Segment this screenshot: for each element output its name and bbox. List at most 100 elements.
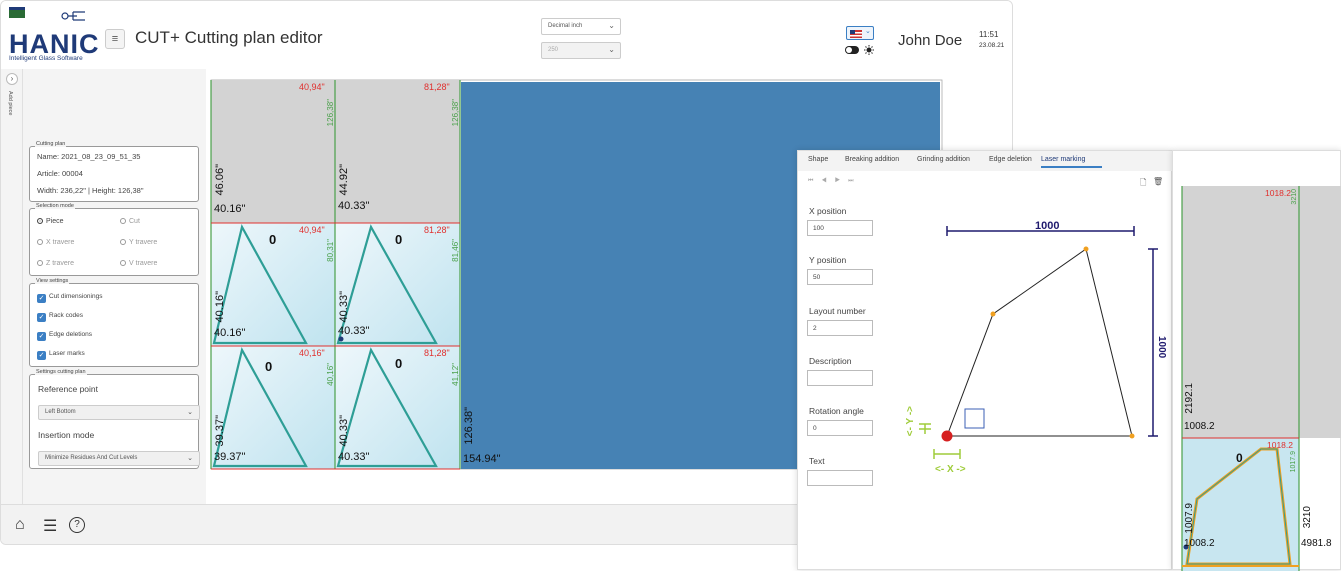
radio-x-travere[interactable]: X travere — [37, 239, 74, 246]
dim-p2-bottom: 40.33" — [338, 325, 370, 337]
tab-shape[interactable]: Shape — [808, 156, 828, 163]
chevron-down-icon: ⌄ — [865, 28, 871, 35]
plan-name: Name: 2021_08_23_09_51_35 — [37, 152, 141, 161]
tab-laser-marking[interactable]: Laser marking — [1041, 156, 1102, 168]
language-select[interactable]: ⌄ — [846, 26, 874, 40]
help-icon[interactable]: ? — [69, 517, 85, 533]
record-nav[interactable]: ⏮◀▶⏭ — [808, 178, 862, 185]
dim-total-width: 154.94" — [463, 453, 501, 465]
y-position-label: Y position — [809, 255, 847, 265]
dim-p4-bottom: 40.33" — [338, 451, 370, 463]
cutting-plan-group: Cutting plan Name: 2021_08_23_09_51_35 A… — [29, 141, 199, 202]
reference-point-label: Reference point — [38, 384, 99, 394]
theme-toggle[interactable] — [844, 44, 876, 56]
view-settings-group: View settings ✓ Cut dimensionings ✓ Rack c… — [29, 278, 199, 367]
x-position-input[interactable]: 100 — [807, 220, 873, 236]
checkbox-rack-codes[interactable]: ✓ Rack codes — [37, 312, 83, 322]
group-title: Settings cutting plan — [35, 369, 87, 375]
piece-top-left[interactable] — [211, 80, 335, 223]
dim-piece-green: 1017.9 — [1290, 451, 1297, 473]
new-document-icon[interactable]: 🗋 — [1140, 177, 1146, 191]
app-title: CUT+ Cutting plan editor — [135, 28, 323, 47]
checkbox-cut-dimensionings[interactable]: ✓ Cut dimensionings — [37, 293, 102, 303]
description-label: Description — [809, 356, 852, 366]
dim-top-mid-height: 126,38" — [451, 99, 460, 127]
unit-dropdown[interactable]: Decimal inch ⌄ — [541, 18, 621, 35]
checkbox-laser-marks[interactable]: ✓ Laser marks — [37, 350, 85, 360]
reference-point-select[interactable]: Left Bottom ⌄ — [38, 405, 200, 420]
dim-p2-width: 81,28" — [424, 225, 450, 235]
plan-size: Width: 236,22" | Height: 126,38" — [37, 186, 144, 195]
tab-breaking-addition[interactable]: Breaking addition — [845, 156, 899, 163]
tab-edge-deletion[interactable]: Edge deletion — [989, 156, 1032, 163]
trash-icon[interactable]: 🗑 — [1153, 177, 1163, 186]
list-icon[interactable]: ☰ — [43, 516, 57, 536]
dim-top-left-height: 126,38" — [326, 99, 335, 127]
dim-col2-width: 40.33" — [338, 200, 370, 212]
description-input[interactable] — [807, 370, 873, 386]
p4-rack-code: 0 — [395, 356, 403, 371]
radio-cut[interactable]: Cut — [120, 218, 140, 225]
value-dropdown-value: 250 — [548, 47, 559, 53]
insertion-mode-select[interactable]: Minimize Residues And Cut Levels ⌄ — [38, 451, 200, 466]
laser-mark-box[interactable] — [964, 408, 985, 429]
value-dropdown[interactable]: 250 ⌄ — [541, 42, 621, 59]
plan-article: Article: 00004 — [37, 169, 83, 178]
dialog-tabs: Shape Breaking addition Grinding additio… — [798, 151, 1173, 171]
dim-p4-width: 81,28" — [424, 348, 450, 358]
dim-side-1: 2192.1 — [1184, 383, 1195, 414]
x-position-label: X position — [809, 206, 847, 216]
radio-y-travere[interactable]: Y travere — [120, 239, 157, 246]
dim-top-left-width: 40,94" — [299, 82, 325, 92]
dim-p1-bottom: 40.16" — [214, 327, 246, 339]
rotation-angle-input[interactable]: 0 — [807, 420, 873, 436]
add-piece-label[interactable]: Add piece — [7, 91, 13, 115]
clock-time: 11:51 — [979, 30, 999, 39]
dim-piece-bottom: 1008.2 — [1184, 538, 1215, 549]
dim-piece-side: 1007.9 — [1184, 503, 1195, 534]
layout-number-input[interactable]: 2 — [807, 320, 873, 336]
selection-mode-group: Selection mode Piece Cut X travere Y tra… — [29, 203, 199, 276]
dim-p1-width: 40,94" — [299, 225, 325, 235]
us-flag-icon — [850, 30, 862, 38]
piece-rack-code: 0 — [1236, 451, 1243, 465]
dim-p1-side: 40.16" — [214, 291, 226, 323]
text-label: Text — [809, 456, 825, 466]
radio-z-travere[interactable]: Z travere — [37, 260, 74, 267]
add-piece-strip[interactable]: › Add piece — [1, 69, 23, 504]
dim-p3-bottom: 39.37" — [214, 451, 246, 463]
dim-top-red: 1018.2 — [1265, 188, 1291, 198]
menu-button[interactable]: ≡ — [105, 29, 125, 49]
p3-rack-code: 0 — [265, 359, 273, 374]
home-icon[interactable]: ⌂ — [15, 516, 25, 534]
chevron-down-icon: ⌄ — [608, 21, 615, 30]
dim-p1-height: 80,31" — [326, 239, 335, 262]
expand-chevron-icon[interactable]: › — [6, 73, 18, 85]
app-header: HANIC Intelligent Glass Software ≡ CUT+ … — [1, 1, 1012, 69]
y-position-input[interactable]: 50 — [807, 269, 873, 285]
checkbox-edge-deletions[interactable]: ✓ Edge deletions — [37, 331, 92, 341]
left-settings-panel: Cutting plan Name: 2021_08_23_09_51_35 A… — [23, 69, 206, 504]
dim-p4-side: 40.33" — [338, 415, 350, 447]
radio-piece[interactable]: Piece — [37, 218, 64, 225]
text-input[interactable] — [807, 470, 873, 486]
circuit-logo-icon — [61, 11, 85, 21]
radio-v-travere[interactable]: V travere — [120, 260, 157, 267]
group-title: Selection mode — [35, 203, 75, 209]
settings-cutting-plan-group: Settings cutting plan Reference point Le… — [29, 369, 200, 469]
dim-p4-height: 41,12" — [451, 363, 460, 386]
dim-right-label: 1000 — [1156, 336, 1167, 359]
clock: 11:51 23.08.21 — [979, 29, 1004, 51]
insertion-mode-label: Insertion mode — [38, 430, 95, 440]
user-name[interactable]: John Doe — [898, 32, 962, 49]
unit-dropdown-value: Decimal inch — [548, 23, 583, 29]
dim-width-1: 1008.2 — [1184, 421, 1215, 432]
dim-p3-height: 40,16" — [326, 363, 335, 386]
tab-grinding-addition[interactable]: Grinding addition — [917, 156, 970, 163]
dim-piece-width: 4981.8 — [1301, 538, 1332, 549]
clock-date: 23.08.21 — [979, 42, 1005, 49]
laser-marking-dialog: Shape Breaking addition Grinding additio… — [797, 150, 1173, 570]
right-plan-preview[interactable]: 1018.2 3210 2192.1 1008.2 1018.2 1017.9 … — [1172, 150, 1341, 571]
laser-mark-point — [338, 336, 344, 342]
x-axis-label: <- X -> — [935, 464, 966, 475]
